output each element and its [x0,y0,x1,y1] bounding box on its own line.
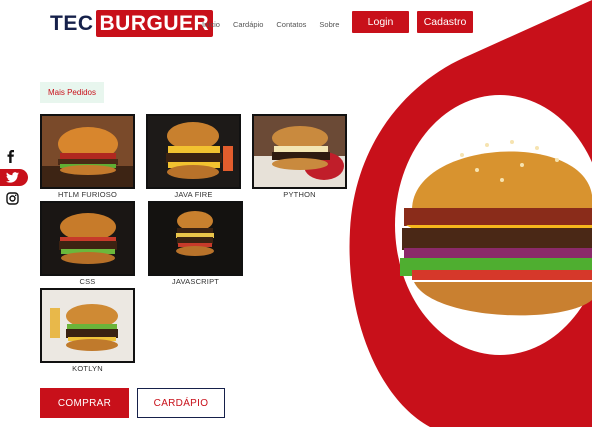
product-name: PYTHON [283,190,316,199]
signup-button[interactable]: Cadastro [417,11,473,33]
menu-button[interactable]: CARDÁPIO [137,388,225,418]
product-card[interactable]: JAVASCRIPT [148,201,243,286]
facebook-link[interactable] [0,148,28,165]
product-image [252,114,347,189]
product-name: HTLM FURIOSO [57,190,118,199]
nav-contatos[interactable]: Contatos [276,20,306,29]
login-button[interactable]: Login [352,11,409,33]
nav-cardapio[interactable]: Cardápio [233,20,263,29]
product-card[interactable]: CSS [40,201,135,286]
nav-inicio[interactable]: Início [202,20,220,29]
nav-sobre[interactable]: Sobre [319,20,339,29]
product-name: KOTLYN [72,364,103,373]
product-card[interactable]: JAVA FIRE [146,114,241,199]
product-image [146,114,241,189]
product-name: CSS [79,277,96,286]
product-card[interactable]: KOTLYN [40,288,135,373]
product-image [40,201,135,276]
twitter-icon [6,172,19,183]
product-image [40,288,135,363]
facebook-icon [7,150,14,163]
hero-burger-image [400,140,592,316]
product-card[interactable]: HTLM FURIOSO [40,114,135,199]
logo-text-burguer: BURGUER [95,10,214,37]
product-card[interactable]: PYTHON [252,114,347,199]
buy-button[interactable]: COMPRAR [40,388,129,418]
social-links [0,148,28,207]
product-image [148,201,243,276]
section-badge: Mais Pedidos [40,82,104,103]
main-nav: Início Cardápio Contatos Sobre [202,20,339,29]
twitter-link[interactable] [0,169,28,186]
product-name: JAVASCRIPT [171,277,220,286]
logo-text-tec: TEC [50,11,94,35]
product-name: JAVA FIRE [174,190,213,199]
product-image [40,114,135,189]
logo[interactable]: TEC BURGUER [50,10,214,37]
instagram-icon [6,192,19,205]
instagram-link[interactable] [0,190,28,207]
